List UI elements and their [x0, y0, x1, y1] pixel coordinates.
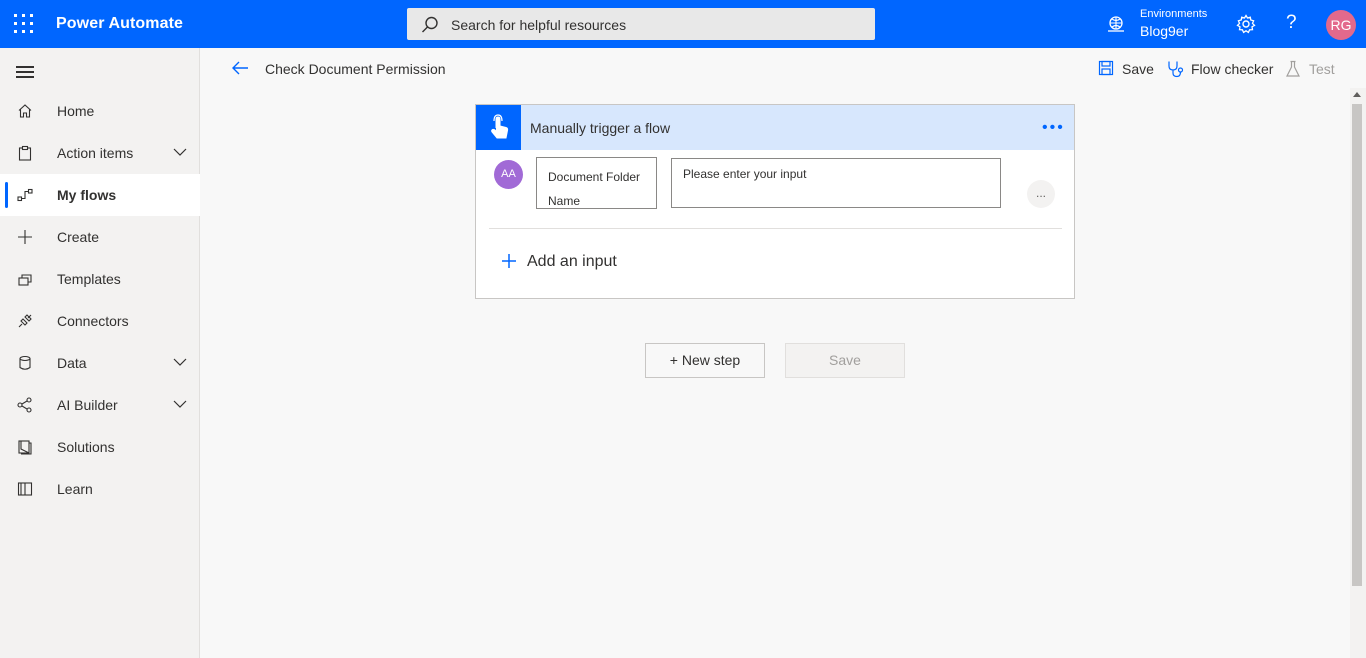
top-bar: Power Automate Search for helpful resour…	[0, 0, 1366, 48]
app-name[interactable]: Power Automate	[56, 15, 183, 33]
divider	[489, 228, 1062, 229]
chevron-down-icon[interactable]	[173, 399, 187, 409]
flask-icon	[1286, 60, 1300, 77]
save-command-button[interactable]: Save	[1098, 60, 1154, 78]
input-name-line: Name	[548, 194, 581, 208]
save-command-label: Save	[1122, 61, 1154, 77]
add-an-input-label: Add an input	[527, 253, 617, 270]
touch-hand-icon	[491, 114, 509, 139]
test-button[interactable]: Test	[1285, 60, 1337, 78]
connector-icon	[18, 314, 32, 328]
ai-builder-icon	[17, 397, 32, 413]
gear-icon[interactable]	[1236, 14, 1256, 34]
sidebar-item-action-items[interactable]: Action items	[0, 132, 200, 174]
chevron-down-icon[interactable]	[173, 357, 187, 367]
clipboard-icon	[18, 145, 32, 161]
search-box[interactable]: Search for helpful resources	[407, 8, 875, 40]
search-placeholder: Search for helpful resources	[451, 17, 627, 33]
sidebar-item-home[interactable]: Home	[0, 90, 200, 132]
sidebar-item-data[interactable]: Data	[0, 342, 200, 384]
save-icon	[1098, 60, 1114, 76]
trigger-title: Manually trigger a flow	[530, 120, 671, 136]
sidebar-item-create[interactable]: Create	[0, 216, 200, 258]
save-button[interactable]: Save	[785, 343, 905, 378]
flow-title: Check Document Permission	[265, 61, 446, 77]
flow-checker-label: Flow checker	[1191, 61, 1274, 77]
sidebar-item-connectors[interactable]: Connectors	[0, 300, 200, 342]
sidebar-item-solutions[interactable]: Solutions	[0, 426, 200, 468]
chevron-down-icon[interactable]	[173, 147, 187, 157]
trigger-card: Manually trigger a flow ••• AA Document …	[475, 104, 1075, 299]
database-icon	[19, 355, 31, 370]
flow-checker-button[interactable]: Flow checker	[1166, 60, 1274, 78]
sidebar-item-ai-builder[interactable]: AI Builder	[0, 384, 200, 426]
text-input-type-icon: AA	[494, 160, 523, 189]
app-launcher-icon[interactable]	[14, 14, 34, 34]
scroll-up-arrow-icon[interactable]	[1353, 92, 1361, 97]
sidebar-item-label: Create	[57, 229, 100, 245]
scrollbar-thumb[interactable]	[1352, 104, 1362, 586]
book-icon	[17, 482, 33, 496]
sidebar-item-label: Action items	[57, 145, 134, 161]
sidebar-item-label: Data	[57, 355, 87, 371]
sidebar-item-label: Templates	[57, 271, 121, 287]
sidebar-item-label: Home	[57, 103, 95, 119]
sidebar-item-label: Learn	[57, 481, 93, 497]
back-arrow-icon[interactable]	[230, 60, 250, 76]
new-step-button[interactable]: + New step	[645, 343, 765, 378]
environment-name[interactable]: Blog9er	[1140, 23, 1188, 39]
sidebar-item-learn[interactable]: Learn	[0, 468, 200, 510]
sidebar-item-my-flows[interactable]: My flows	[0, 174, 200, 216]
sidebar-item-templates[interactable]: Templates	[0, 258, 200, 300]
hamburger-menu-icon[interactable]	[16, 66, 34, 78]
sidebar-item-label: Solutions	[57, 439, 115, 455]
input-name-field[interactable]: Document Folder Name	[536, 157, 657, 209]
sidebar-item-label: Connectors	[57, 313, 129, 329]
input-value-field[interactable]: Please enter your input	[671, 158, 1001, 208]
input-name-line: Document Folder	[548, 170, 641, 184]
plus-icon	[18, 230, 32, 244]
stethoscope-icon	[1168, 61, 1184, 78]
help-icon[interactable]: ?	[1286, 12, 1297, 34]
environment-label: Environments	[1140, 8, 1208, 20]
search-icon	[422, 16, 438, 33]
home-icon	[18, 104, 32, 118]
test-label: Test	[1309, 61, 1335, 77]
sidebar-item-label: AI Builder	[57, 397, 118, 413]
user-avatar[interactable]: RG	[1326, 10, 1356, 40]
trigger-icon-tile	[476, 105, 521, 150]
sidebar-item-label: My flows	[57, 187, 117, 203]
sidebar: Home Action items My flows Create Templa…	[0, 48, 200, 658]
vertical-scrollbar[interactable]	[1350, 88, 1366, 658]
flow-icon	[17, 188, 33, 202]
environment-icon[interactable]	[1106, 15, 1126, 33]
more-options-icon[interactable]: •••	[1042, 119, 1065, 137]
input-more-options-button[interactable]: ...	[1027, 180, 1055, 208]
trigger-card-header[interactable]: Manually trigger a flow •••	[476, 105, 1074, 150]
solutions-icon	[18, 440, 32, 455]
plus-icon	[502, 254, 516, 268]
templates-icon	[18, 274, 32, 286]
